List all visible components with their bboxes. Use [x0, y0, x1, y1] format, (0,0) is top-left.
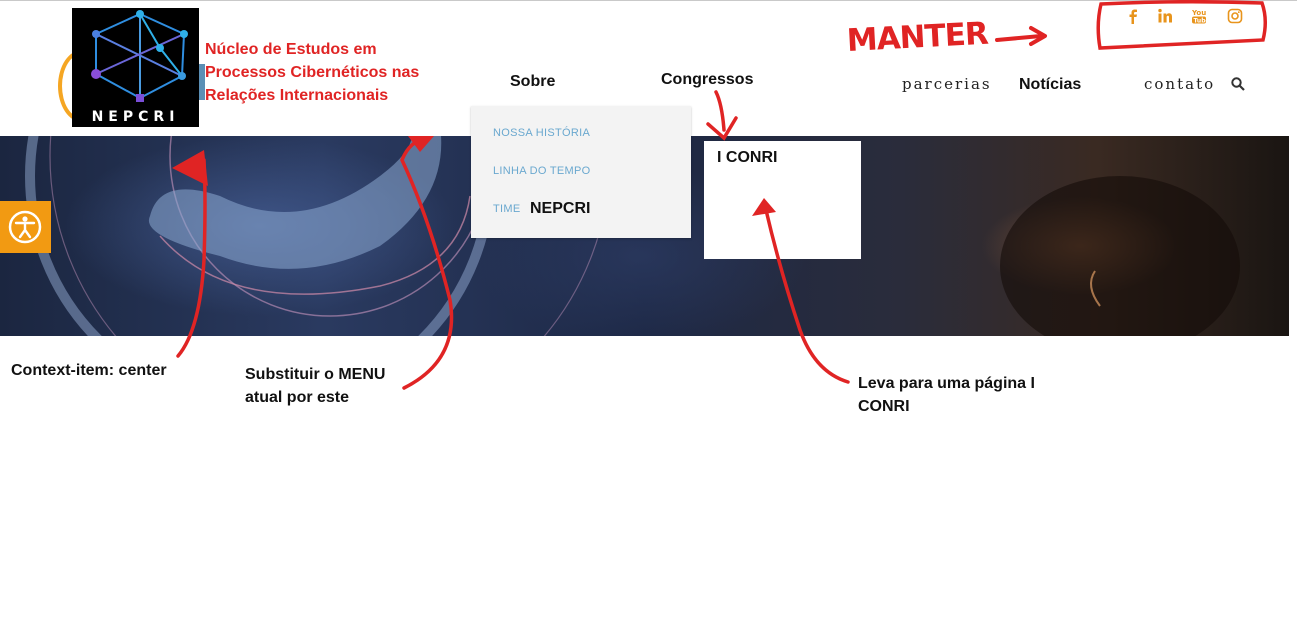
linkedin-icon[interactable]: [1157, 8, 1173, 24]
arrow-congressos: [714, 90, 726, 132]
dropdown-item-i-conri[interactable]: I CONRI: [717, 149, 777, 167]
arrow-congressos-head: [706, 116, 738, 141]
dropdown-sobre: NOSSA HISTÓRIA LINHA DO TEMPO TIME NEPCR…: [471, 106, 691, 238]
annotation-manter-text: MANTER: [846, 16, 990, 59]
svg-text:Tube: Tube: [1194, 18, 1208, 25]
dropdown-congressos: I CONRI: [704, 141, 861, 259]
dropdown-item-nossa-historia[interactable]: NOSSA HISTÓRIA: [493, 127, 590, 139]
facebook-icon[interactable]: [1125, 8, 1141, 24]
nav-contato[interactable]: contato: [1144, 75, 1215, 93]
accessibility-button[interactable]: [0, 201, 51, 253]
annotation-leva-line: CONRI: [858, 398, 910, 415]
annotation-substituir-line: atual por este: [245, 389, 350, 406]
org-name-line: Processos Cibernéticos nas: [205, 64, 420, 81]
annotation-leva-line: Leva para uma página I: [858, 375, 1035, 392]
instagram-icon[interactable]: [1227, 8, 1243, 24]
nav-congressos[interactable]: Congressos: [661, 71, 753, 89]
annotation-substituir-line: Substituir o MENU: [245, 366, 386, 383]
annotation-context-item: Context-item: center: [11, 362, 167, 379]
annotation-manter: MANTER: [846, 16, 1047, 59]
top-border: [0, 0, 1297, 1]
annotation-leva: Leva para uma página I CONRI: [858, 372, 1035, 418]
search-icon[interactable]: [1231, 77, 1245, 91]
network-logo-icon: [91, 10, 188, 102]
youtube-icon[interactable]: You Tube: [1191, 8, 1207, 24]
dropdown-item-time[interactable]: TIME: [493, 203, 520, 215]
org-name: Núcleo de Estudos em Processos Cibernéti…: [205, 38, 445, 107]
nav-sobre[interactable]: Sobre: [510, 73, 555, 91]
nepcri-logo[interactable]: NEPCRI: [72, 8, 199, 127]
nav-parcerias[interactable]: parcerias: [902, 75, 992, 93]
org-name-line: Relações Internacionais: [205, 87, 389, 104]
nav-noticias[interactable]: Notícias: [1019, 76, 1081, 94]
dropdown-item-linha-do-tempo[interactable]: LINHA DO TEMPO: [493, 165, 591, 177]
svg-text:You: You: [1191, 9, 1206, 17]
annotation-substituir: Substituir o MENU atual por este: [245, 363, 385, 409]
annotation-nepcri-overlay: NEPCRI: [530, 200, 591, 217]
org-name-line: Núcleo de Estudos em: [205, 41, 377, 58]
accessibility-icon: [8, 210, 42, 244]
logo-text: NEPCRI: [91, 109, 180, 125]
